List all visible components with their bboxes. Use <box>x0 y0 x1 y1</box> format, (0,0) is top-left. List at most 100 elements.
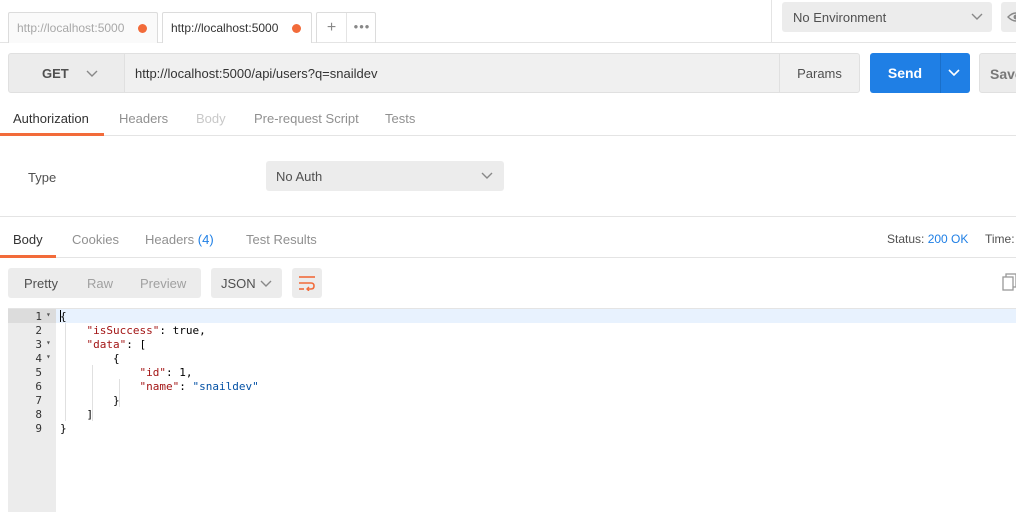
chevron-down-icon <box>86 70 98 77</box>
tab-tests[interactable]: Tests <box>385 111 415 126</box>
eye-icon <box>1007 12 1016 22</box>
code-line: "id": 1, <box>60 366 192 380</box>
divider <box>771 0 772 43</box>
headers-count-badge: (4) <box>197 232 214 247</box>
chevron-down-icon <box>260 280 272 287</box>
send-button-label: Send <box>887 65 923 81</box>
line-number: 6 <box>8 380 56 394</box>
code-token: "data" <box>86 338 127 351</box>
save-button-label: Save <box>990 66 1016 82</box>
code-line: } <box>60 394 120 408</box>
code-token: "id" <box>139 366 166 379</box>
environment-quick-look-button[interactable] <box>1001 2 1016 32</box>
environment-select[interactable]: No Environment <box>782 2 992 32</box>
code-line: "isSuccess": true, <box>60 324 206 338</box>
code-token: : 1, <box>165 366 193 379</box>
params-button[interactable]: Params <box>779 53 860 93</box>
params-button-label: Params <box>797 66 842 81</box>
line-number: 9 <box>8 422 56 436</box>
view-mode-pretty[interactable]: Pretty <box>24 276 58 291</box>
unsaved-dot-icon <box>292 24 301 33</box>
code-token: : true, <box>159 324 206 337</box>
response-body-editor[interactable]: 1 ▾ 2 3 ▾ 4 ▾ 5 6 7 8 9 { "isSuccess": true, "data"… <box>8 308 1016 512</box>
code-token: } <box>60 422 67 435</box>
wrap-lines-button[interactable] <box>292 268 322 298</box>
status-value[interactable]: 200 OK <box>928 232 969 246</box>
active-tab-indicator <box>0 255 56 258</box>
method-select-value: GET <box>42 66 69 81</box>
line-number: 7 <box>8 394 56 408</box>
line-number-text: 5 <box>35 366 42 379</box>
tab-response-body[interactable]: Body <box>13 232 43 247</box>
code-token: { <box>60 352 120 365</box>
line-number: 2 <box>8 324 56 338</box>
code-token: } <box>60 394 120 407</box>
line-number: 4 ▾ <box>8 352 56 366</box>
line-number-text: 7 <box>35 394 42 407</box>
tab-body[interactable]: Body <box>196 111 226 126</box>
request-tab-1[interactable]: http://localhost:5000 <box>8 12 158 43</box>
fold-arrow-icon[interactable]: ▾ <box>46 310 51 319</box>
request-section-tabs: Authorization Headers Body Pre-request S… <box>0 102 1016 136</box>
request-tab-title: http://localhost:5000 <box>17 21 125 35</box>
format-select-value: JSON <box>221 276 256 291</box>
new-tab-button[interactable]: + <box>317 13 347 43</box>
code-line: "name": "snaildev" <box>60 380 259 394</box>
code-line: } <box>60 422 67 436</box>
more-tabs-button[interactable]: ••• <box>348 13 376 43</box>
tab-headers[interactable]: Headers <box>119 111 168 126</box>
response-status: Status: 200 OK <box>887 232 968 246</box>
chevron-down-icon[interactable] <box>947 66 961 80</box>
line-number-text: 1 <box>35 310 42 323</box>
fold-arrow-icon[interactable]: ▾ <box>46 338 51 347</box>
tab-authorization[interactable]: Authorization <box>13 111 89 126</box>
unsaved-dot-icon <box>138 24 147 33</box>
request-tab-2[interactable]: http://localhost:5000 <box>162 12 312 43</box>
request-url-bar: GET Params Send Save <box>0 44 1016 102</box>
chevron-down-icon <box>971 13 983 20</box>
send-button[interactable]: Send <box>870 53 970 93</box>
chevron-down-icon <box>481 172 493 179</box>
line-number-text: 4 <box>35 352 42 365</box>
url-input[interactable] <box>125 53 779 93</box>
line-number: 3 ▾ <box>8 338 56 352</box>
code-token: "isSuccess" <box>86 324 160 337</box>
status-label: Status: <box>887 232 925 246</box>
line-number-gutter: 1 ▾ 2 3 ▾ 4 ▾ 5 6 7 8 9 <box>8 309 56 512</box>
response-time-label: Time: <box>985 232 1015 246</box>
code-line: "data": [ <box>60 338 147 352</box>
view-mode-preview[interactable]: Preview <box>140 276 186 291</box>
method-select[interactable]: GET <box>8 53 125 93</box>
code-token: "snaildev" <box>192 380 259 393</box>
line-number: 1 ▾ <box>8 310 56 324</box>
auth-type-label: Type <box>28 170 57 185</box>
tab-cookies[interactable]: Cookies <box>72 232 119 247</box>
view-mode-raw[interactable]: Raw <box>87 276 113 291</box>
line-number-text: 9 <box>35 422 42 435</box>
save-button[interactable]: Save <box>979 53 1016 93</box>
active-line-highlight <box>56 309 1016 323</box>
tab-test-results[interactable]: Test Results <box>246 232 317 247</box>
code-line: { <box>60 352 120 366</box>
request-tab-bar: http://localhost:5000 http://localhost:5… <box>0 0 1016 43</box>
tab-response-headers-label: Headers <box>145 232 195 247</box>
environment-select-value: No Environment <box>793 10 887 25</box>
line-number-text: 3 <box>35 338 42 351</box>
copy-icon[interactable] <box>1002 273 1016 291</box>
code-line: ] <box>60 408 93 422</box>
fold-arrow-icon[interactable]: ▾ <box>46 352 51 361</box>
line-number: 5 <box>8 366 56 380</box>
line-number-text: 2 <box>35 324 42 337</box>
view-mode-group: Pretty Raw Preview <box>8 268 201 298</box>
active-tab-indicator <box>0 133 104 136</box>
text-cursor <box>60 310 61 322</box>
divider <box>940 53 941 93</box>
tab-response-headers[interactable]: Headers (4) <box>145 232 214 247</box>
auth-type-select[interactable]: No Auth <box>266 161 504 191</box>
auth-type-select-value: No Auth <box>276 169 323 184</box>
tab-pre-request-script[interactable]: Pre-request Script <box>254 111 359 126</box>
code-token: "name" <box>139 380 180 393</box>
format-select[interactable]: JSON <box>211 268 282 298</box>
